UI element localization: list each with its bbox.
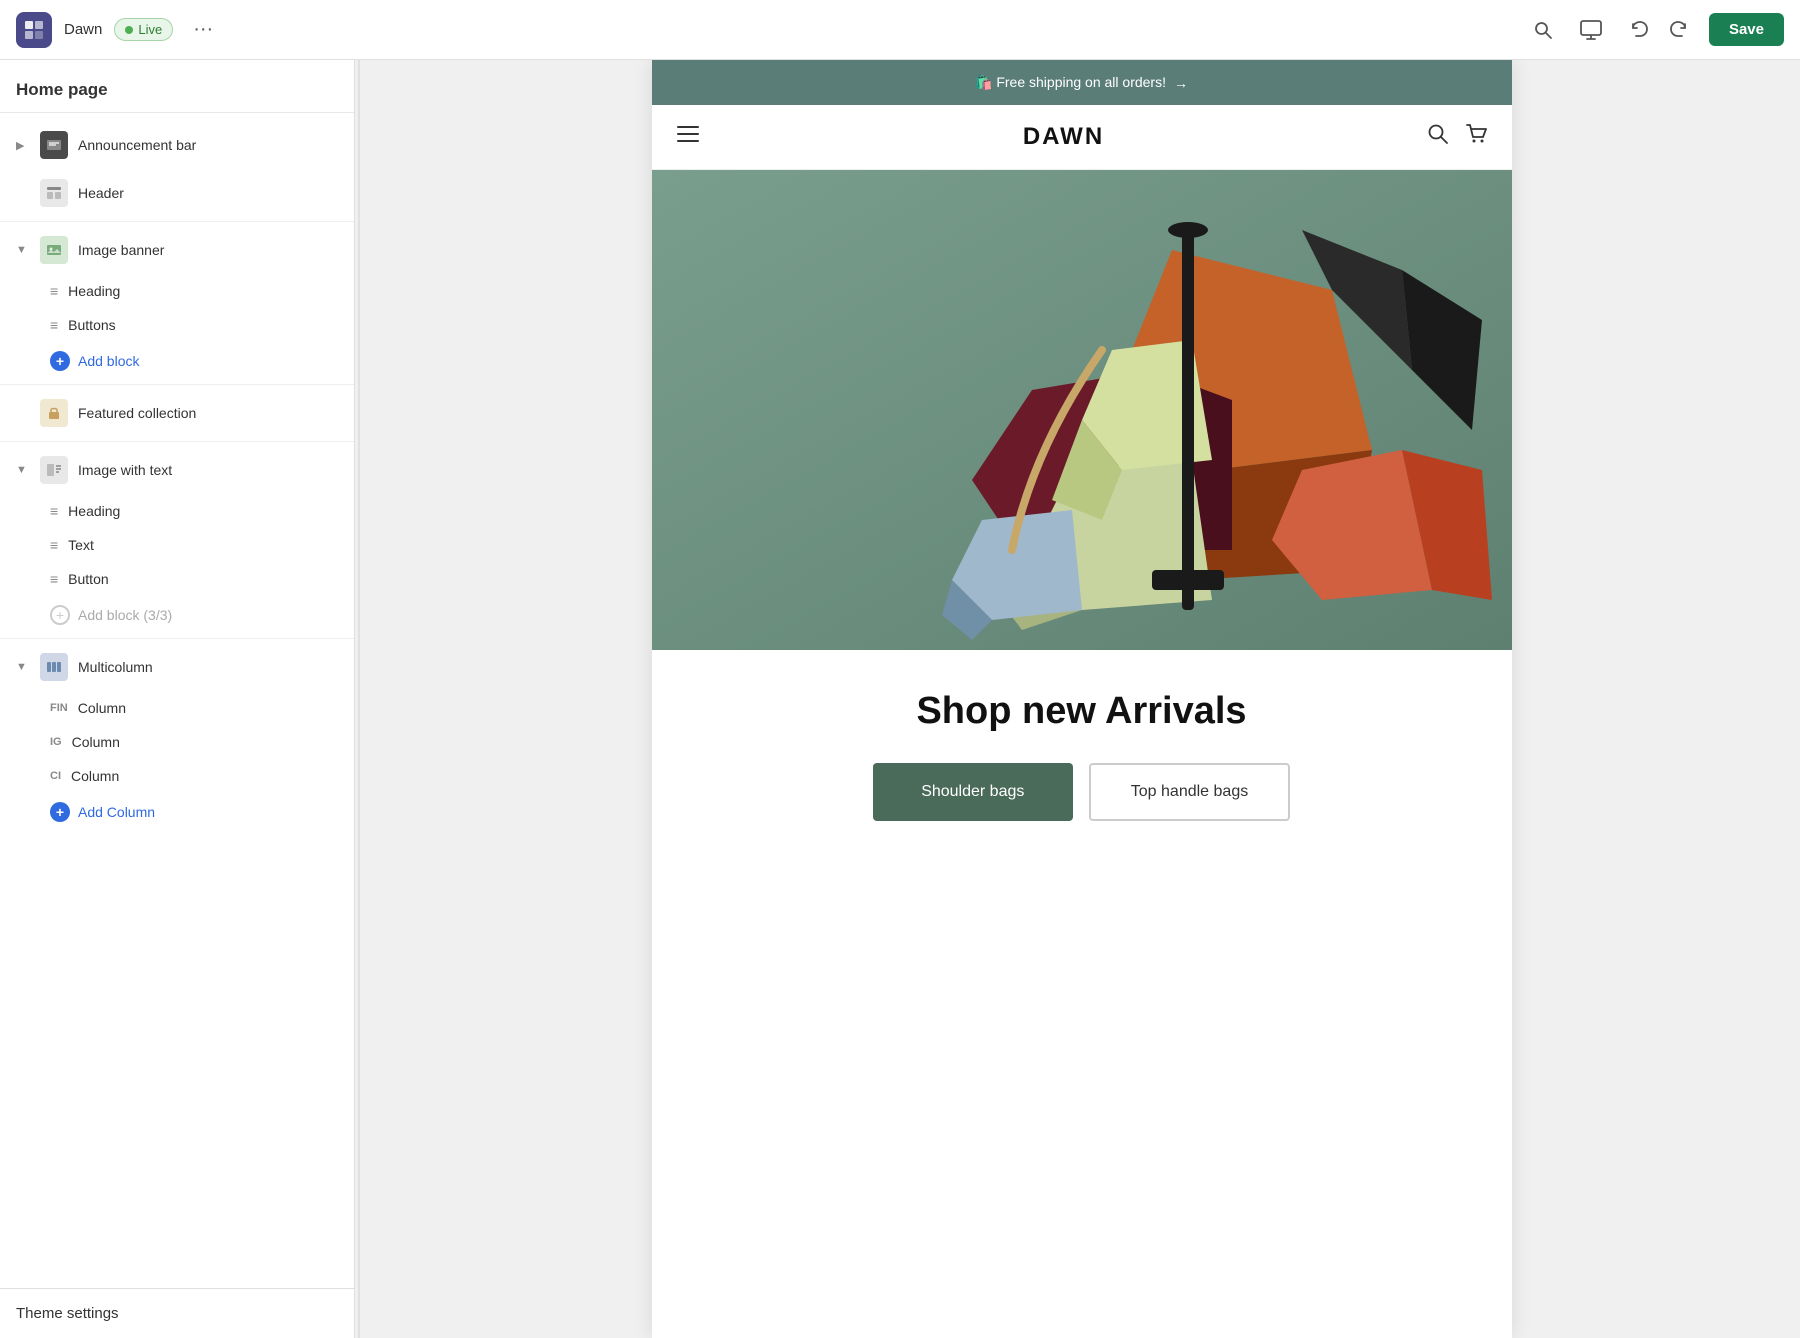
announcement-arrow: → — [1174, 75, 1188, 91]
lines-icon-2: ≡ — [50, 317, 58, 333]
add-block-button-1[interactable]: + Add block — [0, 342, 354, 380]
sidebar-subitem-text[interactable]: ≡ Text — [0, 528, 354, 562]
top-handle-bags-button[interactable]: Top handle bags — [1089, 763, 1290, 821]
sidebar-subitem-heading-1[interactable]: ≡ Heading — [0, 274, 354, 308]
chevron-down-icon-2: ▼ — [16, 464, 30, 476]
plus-circle-disabled-icon: + — [50, 605, 70, 625]
sidebar-content: ▶ Announcement bar ▶ — [0, 113, 354, 1288]
chevron-down-icon-3: ▼ — [16, 661, 30, 673]
save-button[interactable]: Save — [1709, 13, 1784, 46]
add-block-disabled-label: Add block (3/3) — [78, 607, 172, 623]
heading-1-label: Heading — [68, 283, 120, 299]
spacer-2: ▶ — [16, 407, 30, 420]
button-label: Button — [68, 571, 108, 587]
sidebar-page-title: Home page — [0, 60, 354, 113]
add-column-button[interactable]: + Add Column — [0, 793, 354, 831]
shoulder-bags-button[interactable]: Shoulder bags — [873, 763, 1073, 821]
announcement-bar-preview: 🛍️ Free shipping on all orders! → — [652, 60, 1512, 105]
lines-icon-1: ≡ — [50, 283, 58, 299]
column-2-label: Column — [72, 734, 120, 750]
store-cart-icon[interactable] — [1465, 123, 1487, 151]
add-column-label: Add Column — [78, 804, 155, 820]
store-search-icon[interactable] — [1427, 123, 1449, 151]
sidebar-subitem-column-3[interactable]: CI Column — [0, 759, 354, 793]
divider-3 — [0, 441, 354, 442]
header-icon — [40, 179, 68, 207]
multicolumn-label: Multicolumn — [78, 659, 153, 675]
redo-button[interactable] — [1661, 12, 1697, 48]
sidebar-item-multicolumn[interactable]: ▼ Multicolumn — [0, 643, 354, 691]
divider-2 — [0, 384, 354, 385]
sidebar-subitem-button[interactable]: ≡ Button — [0, 562, 354, 596]
sidebar-subitem-heading-2[interactable]: ≡ Heading — [0, 494, 354, 528]
search-icon[interactable] — [1525, 12, 1561, 48]
featured-collection-icon — [40, 399, 68, 427]
sidebar: Home page ▶ Announcement bar ▶ — [0, 60, 355, 1338]
undo-button[interactable] — [1621, 12, 1657, 48]
sidebar-item-header[interactable]: ▶ Header — [0, 169, 354, 217]
store-header-preview: DAWN — [652, 105, 1512, 170]
text-label: Text — [68, 537, 94, 553]
image-with-text-icon — [40, 456, 68, 484]
live-label: Live — [138, 22, 162, 37]
shop-section: Shop new Arrivals Shoulder bags Top hand… — [652, 650, 1512, 851]
live-dot — [125, 26, 133, 34]
topbar-right: Save — [1525, 12, 1784, 48]
preview-frame: 🛍️ Free shipping on all orders! → DAWN — [652, 60, 1512, 1338]
shop-buttons: Shoulder bags Top handle bags — [676, 763, 1488, 821]
column-3-label: Column — [71, 768, 119, 784]
ci-icon: CI — [50, 770, 61, 782]
sidebar-item-image-banner[interactable]: ▼ Image banner — [0, 226, 354, 274]
header-label: Header — [78, 185, 124, 201]
lines-icon-3: ≡ — [50, 503, 58, 519]
multicolumn-icon — [40, 653, 68, 681]
column-1-label: Column — [78, 700, 126, 716]
image-banner-label: Image banner — [78, 242, 164, 258]
sidebar-item-announcement-bar[interactable]: ▶ Announcement bar — [0, 121, 354, 169]
hamburger-icon[interactable] — [676, 124, 700, 150]
image-with-text-label: Image with text — [78, 462, 172, 478]
store-name: DAWN — [1023, 123, 1104, 151]
plus-circle-icon-2: + — [50, 802, 70, 822]
topbar-left: Dawn Live ··· — [16, 12, 221, 48]
spacer: ▶ — [16, 187, 30, 200]
divider — [0, 221, 354, 222]
chevron-right-icon: ▶ — [16, 139, 30, 152]
undo-redo-group — [1621, 12, 1697, 48]
site-name: Dawn — [64, 21, 102, 38]
sidebar-subitem-column-2[interactable]: IG Column — [0, 725, 354, 759]
heading-2-label: Heading — [68, 503, 120, 519]
announcement-text: 🛍️ Free shipping on all orders! — [975, 74, 1166, 91]
chevron-down-icon: ▼ — [16, 244, 30, 256]
app-icon — [16, 12, 52, 48]
announcement-bar-label: Announcement bar — [78, 137, 196, 153]
image-banner-icon — [40, 236, 68, 264]
divider-4 — [0, 638, 354, 639]
preview-area: 🛍️ Free shipping on all orders! → DAWN — [363, 60, 1800, 1338]
shop-title: Shop new Arrivals — [676, 690, 1488, 733]
desktop-icon[interactable] — [1573, 12, 1609, 48]
lines-icon-5: ≡ — [50, 571, 58, 587]
hero-image-preview — [652, 170, 1512, 650]
add-block-label-1: Add block — [78, 353, 139, 369]
buttons-label: Buttons — [68, 317, 115, 333]
featured-collection-label: Featured collection — [78, 405, 196, 421]
theme-settings[interactable]: Theme settings — [0, 1288, 354, 1338]
live-badge[interactable]: Live — [114, 18, 173, 41]
resize-handle[interactable] — [355, 60, 363, 1338]
store-header-icons — [1427, 123, 1487, 151]
add-block-disabled: + Add block (3/3) — [0, 596, 354, 634]
sidebar-subitem-column-1[interactable]: FIN Column — [0, 691, 354, 725]
more-menu[interactable]: ··· — [185, 14, 221, 45]
sidebar-item-image-with-text[interactable]: ▼ Image with text — [0, 446, 354, 494]
ig-icon: IG — [50, 736, 62, 748]
plus-circle-icon-1: + — [50, 351, 70, 371]
main-layout: Home page ▶ Announcement bar ▶ — [0, 60, 1800, 1338]
announcement-bar-icon — [40, 131, 68, 159]
topbar: Dawn Live ··· — [0, 0, 1800, 60]
sidebar-item-featured-collection[interactable]: ▶ Featured collection — [0, 389, 354, 437]
sidebar-subitem-buttons[interactable]: ≡ Buttons — [0, 308, 354, 342]
fin-icon: FIN — [50, 702, 68, 714]
lines-icon-4: ≡ — [50, 537, 58, 553]
